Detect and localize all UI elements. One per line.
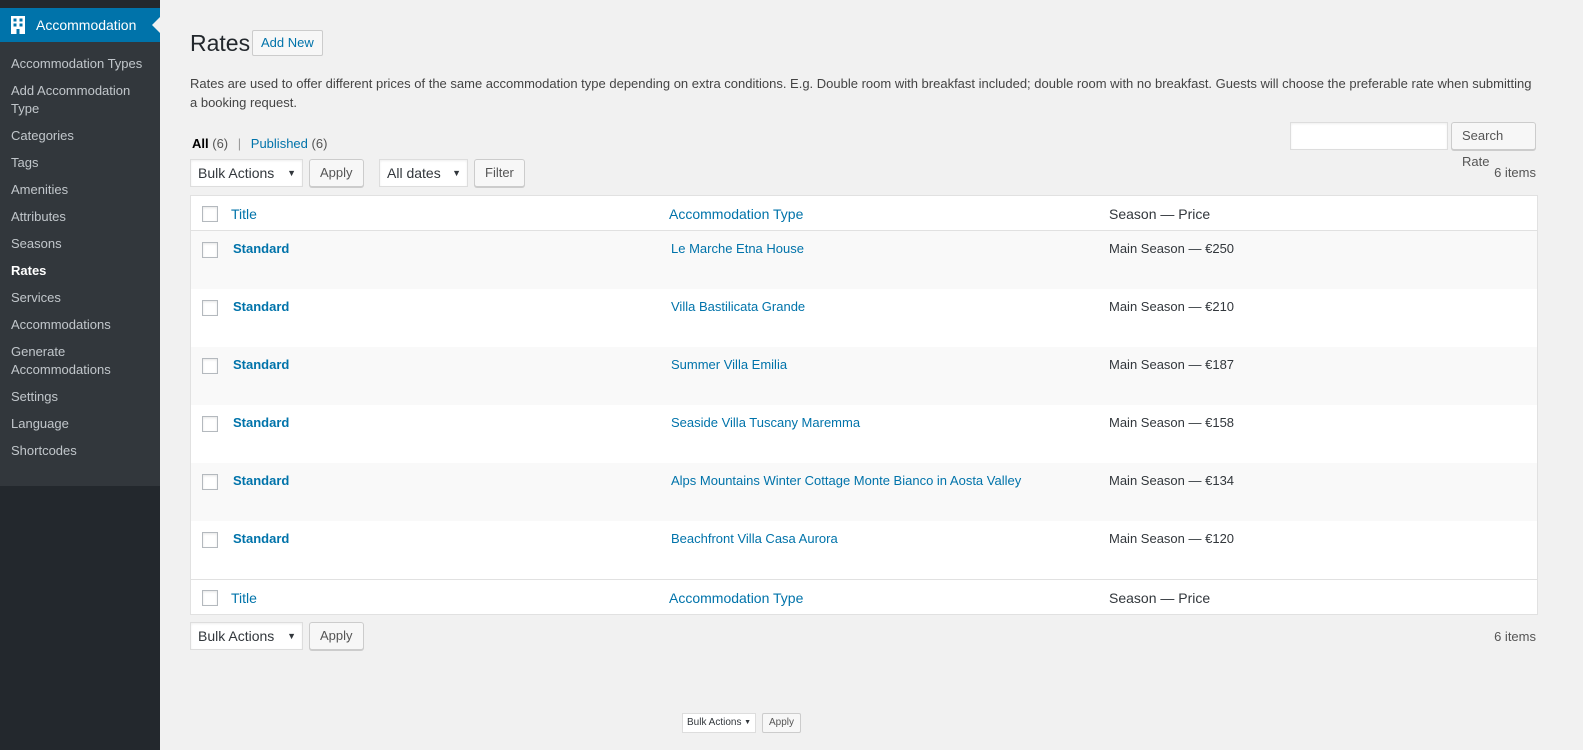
column-title-sort[interactable]: Title	[231, 206, 257, 222]
sidebar-item-amenities[interactable]: Amenities	[0, 177, 160, 204]
dates-filter-select[interactable]: All dates ▼	[379, 159, 468, 187]
sidebar-item-language[interactable]: Language	[0, 411, 160, 438]
column-title-sort-footer[interactable]: Title	[231, 590, 257, 606]
view-all-count: (6)	[212, 136, 229, 151]
sidebar-item-accommodations[interactable]: Accommodations	[0, 312, 160, 339]
sidebar-item-attributes[interactable]: Attributes	[0, 204, 160, 231]
sidebar-item-tags[interactable]: Tags	[0, 150, 160, 177]
accommodation-type-link[interactable]: Alps Mountains Winter Cottage Monte Bian…	[671, 473, 1021, 488]
view-published[interactable]: Published	[251, 136, 308, 151]
table-row: Standard Beachfront Villa Casa Aurora Main…	[191, 521, 1537, 579]
accommodation-type-link[interactable]: Seaside Villa Tuscany Maremma	[671, 415, 860, 430]
sidebar-item-generate-accommodations[interactable]: Generate Accommodations	[0, 339, 160, 384]
admin-sidebar: Accommodation Accommodation Types Add Acc…	[0, 0, 160, 750]
chevron-down-icon: ▼	[287, 168, 296, 178]
table-row: Standard Le Marche Etna House Main Season …	[191, 231, 1537, 289]
accommodation-type-link[interactable]: Le Marche Etna House	[671, 241, 804, 256]
apply-button-bottom[interactable]: Apply	[309, 622, 364, 650]
dates-filter-value: All dates	[387, 165, 441, 181]
row-checkbox[interactable]	[202, 416, 218, 432]
rate-title-link[interactable]: Standard	[233, 357, 289, 372]
bulk-actions-select-top[interactable]: Bulk Actions ▼	[190, 159, 303, 187]
column-accommodation-type-sort[interactable]: Accommodation Type	[669, 206, 803, 222]
sidebar-item-services[interactable]: Services	[0, 285, 160, 312]
items-count-bottom: 6 items	[1494, 629, 1536, 644]
table-row: Standard Villa Bastilicata Grande Main Sea…	[191, 289, 1537, 347]
page-description: Rates are used to offer different prices…	[190, 76, 1532, 110]
row-checkbox[interactable]	[202, 532, 218, 548]
rate-title-link[interactable]: Standard	[233, 531, 289, 546]
bulk-actions-value: Bulk Actions	[198, 165, 275, 181]
bulk-actions-value-bottom: Bulk Actions	[198, 628, 275, 644]
add-new-button[interactable]: Add New	[252, 30, 323, 56]
column-season-price: Season — Price	[1109, 206, 1211, 222]
table-header-row: Title Accommodation Type Season — Price	[191, 196, 1537, 231]
bulk-actions-select-bottom[interactable]: Bulk Actions ▼	[190, 622, 303, 650]
rate-title-link[interactable]: Standard	[233, 241, 289, 256]
rate-title-link[interactable]: Standard	[233, 415, 289, 430]
table-body: Standard Le Marche Etna House Main Season …	[191, 231, 1537, 579]
view-published-count: (6)	[311, 136, 328, 151]
season-price: Main Season — €250	[1109, 241, 1235, 256]
season-price: Main Season — €158	[1109, 415, 1235, 430]
sidebar-item-accommodation-types[interactable]: Accommodation Types	[0, 51, 160, 78]
sidebar-item-shortcodes[interactable]: Shortcodes	[0, 438, 160, 465]
search-rate-button[interactable]: Search Rate	[1451, 122, 1536, 169]
row-checkbox[interactable]	[202, 474, 218, 490]
rate-title-link[interactable]: Standard	[233, 473, 289, 488]
rates-table: Title Accommodation Type Season — Price …	[190, 195, 1538, 615]
sidebar-item-categories[interactable]: Categories	[0, 123, 160, 150]
sidebar-item-seasons[interactable]: Seasons	[0, 231, 160, 258]
sidebar-item-settings[interactable]: Settings	[0, 384, 160, 411]
items-count-top: 6 items	[1494, 165, 1536, 180]
menu-accommodation[interactable]: Accommodation	[0, 8, 160, 42]
current-menu-arrow	[152, 17, 160, 33]
menu-accommodation-label: Accommodation	[36, 17, 137, 33]
select-all-checkbox-footer[interactable]	[202, 590, 218, 606]
mini-bulk-actions-value: Bulk Actions	[687, 717, 742, 728]
mini-bulk-actions-select[interactable]: Bulk Actions ▼	[682, 713, 756, 733]
filter-button[interactable]: Filter	[474, 159, 525, 187]
table-footer-row: Title Accommodation Type Season — Price	[191, 579, 1537, 614]
mini-apply-button[interactable]: Apply	[762, 713, 801, 733]
search-input[interactable]	[1290, 122, 1448, 150]
sidebar-item-rates[interactable]: Rates	[0, 258, 160, 285]
column-season-price-footer: Season — Price	[1109, 590, 1211, 606]
column-accommodation-type-sort-footer[interactable]: Accommodation Type	[669, 590, 803, 606]
season-price: Main Season — €210	[1109, 299, 1235, 314]
sidebar-item-add-accommodation-type[interactable]: Add Accommodation Type	[0, 78, 160, 123]
season-price: Main Season — €187	[1109, 357, 1235, 372]
table-row: Standard Alps Mountains Winter Cottage Mo…	[191, 463, 1537, 521]
select-all-checkbox[interactable]	[202, 206, 218, 222]
season-price: Main Season — €134	[1109, 473, 1235, 488]
rate-title-link[interactable]: Standard	[233, 299, 289, 314]
submenu: Accommodation Types Add Accommodation Typ…	[0, 42, 160, 486]
row-checkbox[interactable]	[202, 358, 218, 374]
chevron-down-icon: ▼	[744, 719, 751, 726]
table-row: Standard Seaside Villa Tuscany Maremma Mai…	[191, 405, 1537, 463]
apply-button-top[interactable]: Apply	[309, 159, 364, 187]
status-views: All (6) | Published (6)	[192, 136, 327, 151]
building-icon	[0, 15, 36, 35]
row-checkbox[interactable]	[202, 242, 218, 258]
accommodation-type-link[interactable]: Beachfront Villa Casa Aurora	[671, 531, 838, 546]
chevron-down-icon: ▼	[452, 168, 461, 178]
view-all[interactable]: All	[192, 136, 209, 151]
chevron-down-icon: ▼	[287, 631, 296, 641]
view-separator: |	[237, 136, 242, 151]
accommodation-type-link[interactable]: Villa Bastilicata Grande	[671, 299, 805, 314]
season-price: Main Season — €120	[1109, 531, 1235, 546]
table-row: Standard Summer Villa Emilia Main Season —…	[191, 347, 1537, 405]
row-checkbox[interactable]	[202, 300, 218, 316]
page-title: Rates	[190, 30, 251, 56]
accommodation-type-link[interactable]: Summer Villa Emilia	[671, 357, 787, 372]
